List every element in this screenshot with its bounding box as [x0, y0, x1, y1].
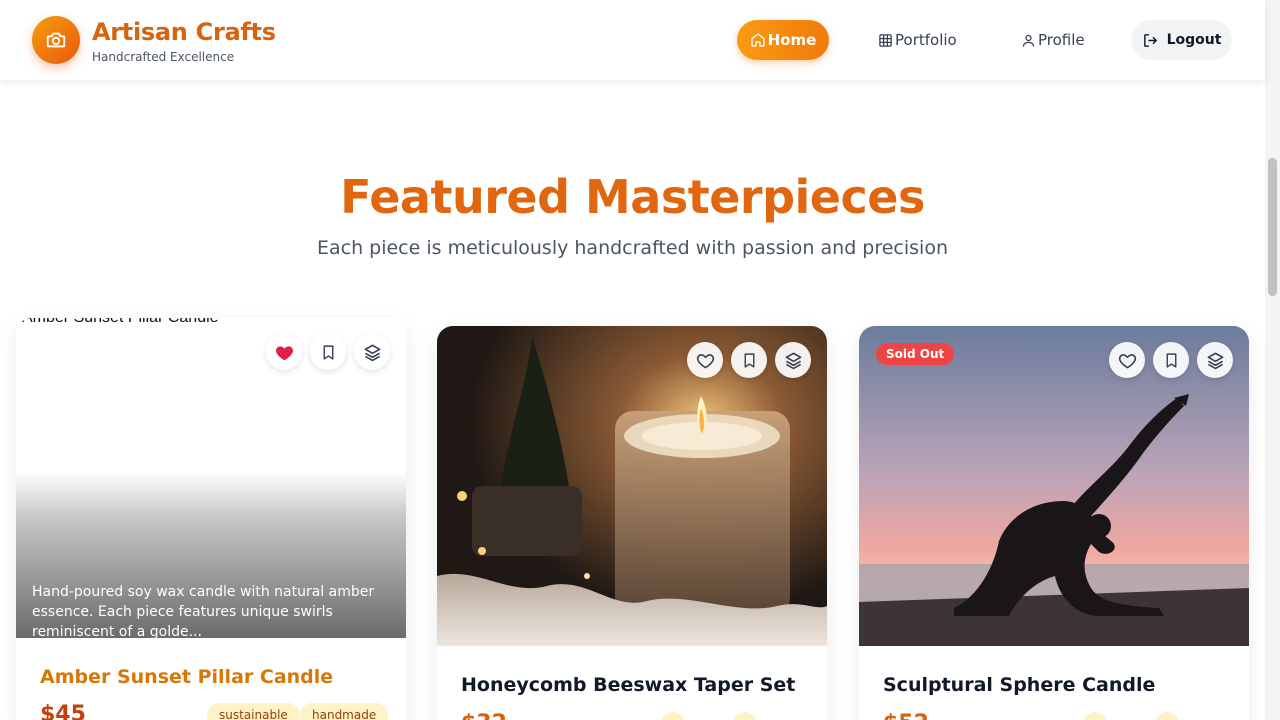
- product-price: $32: [461, 711, 507, 720]
- top-navbar: Artisan Crafts Handcrafted Excellence Ho…: [0, 0, 1265, 80]
- scrollbar-thumb[interactable]: [1268, 158, 1277, 296]
- layers-button[interactable]: [775, 342, 811, 378]
- user-icon: [1022, 34, 1035, 47]
- layers-button[interactable]: [354, 334, 390, 370]
- favorite-button[interactable]: [266, 334, 302, 370]
- product-price: $45: [40, 702, 86, 720]
- image-alt-text: Amber Sunset Pillar Candle: [22, 318, 219, 327]
- brand-title[interactable]: Artisan Crafts: [92, 18, 276, 46]
- section-title: Featured Masterpieces: [340, 170, 925, 224]
- product-tag: handmade: [300, 703, 389, 720]
- product-card[interactable]: Amber Sunset Pillar Candle Hand-poured s…: [16, 318, 406, 720]
- grid-icon: [879, 33, 892, 47]
- nav-home-button[interactable]: Home: [737, 20, 829, 60]
- nav-portfolio-label: Portfolio: [895, 31, 957, 49]
- camera-icon: [46, 32, 66, 48]
- bookmark-icon: [323, 344, 333, 360]
- product-name[interactable]: Honeycomb Beeswax Taper Set: [461, 674, 795, 696]
- product-description: Hand-poured soy wax candle with natural …: [32, 584, 375, 638]
- bookmark-button[interactable]: [310, 334, 346, 370]
- nav-portfolio-button[interactable]: Portfolio: [878, 20, 957, 60]
- product-tag: [661, 712, 685, 720]
- product-tag: sustainable: [207, 703, 300, 720]
- yoga-sunset-photo: [859, 326, 1249, 646]
- product-name[interactable]: Amber Sunset Pillar Candle: [40, 666, 333, 688]
- layers-button[interactable]: [1197, 342, 1233, 378]
- bookmark-icon: [1166, 352, 1176, 368]
- nav-profile-label: Profile: [1038, 31, 1085, 49]
- product-card[interactable]: Sold Out Sculptural Sphere Candle $52: [859, 326, 1249, 720]
- heart-outline-icon: [1118, 353, 1136, 368]
- logo-badge[interactable]: [32, 16, 80, 64]
- candle-photo: [437, 326, 827, 646]
- logout-label: Logout: [1166, 32, 1222, 48]
- bookmark-button[interactable]: [1153, 342, 1189, 378]
- product-image-broken[interactable]: Amber Sunset Pillar Candle Hand-poured s…: [16, 318, 406, 638]
- layers-icon: [364, 344, 380, 361]
- nav-home-label: Home: [767, 31, 817, 49]
- logout-button[interactable]: Logout: [1131, 20, 1232, 60]
- layers-icon: [1207, 352, 1223, 369]
- section-subtitle: Each piece is meticulously handcrafted w…: [316, 237, 949, 259]
- product-name[interactable]: Sculptural Sphere Candle: [883, 674, 1155, 696]
- sold-out-badge: Sold Out: [876, 343, 955, 365]
- product-image[interactable]: [437, 326, 827, 646]
- heart-filled-icon: [275, 345, 293, 360]
- bookmark-button[interactable]: [731, 342, 767, 378]
- brand-subtitle: Handcrafted Excellence: [92, 50, 235, 64]
- product-price: $52: [883, 711, 929, 720]
- layers-icon: [785, 352, 801, 369]
- bookmark-icon: [744, 352, 754, 368]
- page-scrollbar[interactable]: [1265, 0, 1280, 720]
- home-icon: [750, 33, 765, 47]
- favorite-button[interactable]: [1109, 342, 1145, 378]
- product-tag: [733, 712, 757, 720]
- heart-outline-icon: [696, 353, 714, 368]
- logout-icon: [1143, 33, 1157, 47]
- product-tag: [1083, 712, 1107, 720]
- product-image[interactable]: [859, 326, 1249, 646]
- product-card[interactable]: Honeycomb Beeswax Taper Set $32: [437, 326, 827, 720]
- favorite-button[interactable]: [687, 342, 723, 378]
- product-tag: [1155, 712, 1179, 720]
- nav-profile-button[interactable]: Profile: [1021, 20, 1085, 60]
